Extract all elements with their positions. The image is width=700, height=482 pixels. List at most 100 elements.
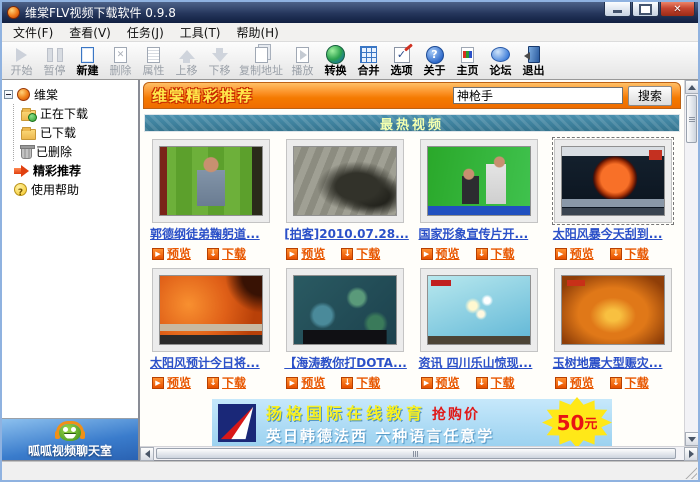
preview-icon	[421, 248, 433, 260]
download-icon	[476, 248, 488, 260]
video-thumbnail-3[interactable]	[420, 139, 538, 223]
video-title-link-4[interactable]: 太阳风暴今天刮到...	[548, 225, 679, 242]
download-icon	[207, 377, 219, 389]
preview-label: 预览	[301, 245, 325, 262]
collapse-minus-icon[interactable]	[4, 90, 13, 99]
minimize-button[interactable]	[604, 2, 631, 17]
preview-link-1[interactable]: 预览	[152, 245, 191, 262]
close-button[interactable]	[660, 2, 695, 17]
preview-label: 预览	[167, 245, 191, 262]
titlebar-left: 维棠FLV视频下载软件 0.9.8	[7, 2, 176, 23]
toolbar-homepage-button[interactable]: 主页	[451, 45, 484, 77]
toolbar-about-button[interactable]: 关于	[418, 45, 451, 77]
video-title-link-2[interactable]: [拍客]2010.07.28...	[279, 225, 410, 242]
menu-view[interactable]: 查看(V)	[61, 23, 119, 42]
menubar: 文件(F) 查看(V) 任务(J) 工具(T) 帮助(H)	[2, 23, 698, 42]
scroll-left-button[interactable]	[140, 447, 154, 461]
resize-grip[interactable]	[684, 466, 697, 479]
preview-link-2[interactable]: 预览	[286, 245, 325, 262]
toolbar-pause-label: 暂停	[41, 65, 68, 77]
search-input[interactable]	[453, 87, 623, 104]
search-area: 搜索	[453, 86, 672, 106]
download-link-3[interactable]: 下载	[476, 245, 515, 262]
video-card-8: 玉树地震大型赈灾... 预览 下载	[548, 265, 679, 393]
banner-ad[interactable]: 扬格国际在线教育 抢购价 英日韩德法西 六种语言任意学 50 元	[212, 399, 612, 446]
menu-tools[interactable]: 工具(T)	[172, 23, 229, 42]
app-icon	[7, 6, 20, 19]
vertical-scroll-thumb[interactable]	[686, 95, 697, 143]
download-link-4[interactable]: 下载	[610, 245, 649, 262]
preview-link-8[interactable]: 预览	[555, 374, 594, 391]
toolbar-move-down-button: 下移	[203, 45, 236, 77]
preview-link-7[interactable]: 预览	[421, 374, 460, 391]
video-card-6: 【海涛教你打DOTA... 预览 下载	[279, 265, 410, 393]
preview-link-4[interactable]: 预览	[555, 245, 594, 262]
tree-item-weitang[interactable]: 维棠	[4, 85, 136, 104]
video-title-link-7[interactable]: 资讯 四川乐山惊现...	[414, 354, 545, 371]
download-link-5[interactable]: 下载	[207, 374, 246, 391]
toolbar-merge-button[interactable]: 合并	[352, 45, 385, 77]
horizontal-scroll-thumb[interactable]	[156, 448, 676, 459]
video-thumbnail-5[interactable]	[152, 268, 270, 352]
video-thumbnail-4[interactable]	[554, 139, 672, 223]
banner-price: 50	[557, 411, 585, 435]
tree-item-downloaded[interactable]: 已下载	[21, 123, 136, 142]
preview-icon	[286, 248, 298, 260]
tree-item-recommend-label: 精彩推荐	[33, 162, 81, 179]
download-link-8[interactable]: 下载	[610, 374, 649, 391]
video-thumbnail-8[interactable]	[554, 268, 672, 352]
download-link-6[interactable]: 下载	[341, 374, 380, 391]
download-link-2[interactable]: 下载	[341, 245, 380, 262]
menu-help[interactable]: 帮助(H)	[228, 23, 286, 42]
toolbar-options-button[interactable]: 选项	[385, 45, 418, 77]
preview-link-3[interactable]: 预览	[421, 245, 460, 262]
toolbar: 开始 暂停 新建 删除 属性 上移 下移 复制地址	[2, 42, 698, 80]
toolbar-merge-label: 合并	[355, 65, 382, 77]
tree-item-help[interactable]: 使用帮助	[4, 180, 136, 199]
video-title-link-8[interactable]: 玉树地震大型赈灾...	[548, 354, 679, 371]
tree-item-recommend[interactable]: 精彩推荐	[4, 161, 136, 180]
toolbar-convert-button[interactable]: 转换	[319, 45, 352, 77]
video-thumbnail-7[interactable]	[420, 268, 538, 352]
video-thumbnail-1[interactable]	[152, 139, 270, 223]
video-title-link-6[interactable]: 【海涛教你打DOTA...	[279, 354, 410, 371]
preview-icon	[152, 248, 164, 260]
recommend-arrow-icon	[14, 166, 29, 176]
video-thumbnail-2[interactable]	[286, 139, 404, 223]
tree-item-deleted[interactable]: 已删除	[21, 142, 136, 161]
vertical-scrollbar[interactable]	[684, 80, 698, 446]
toolbar-forum-button[interactable]: 论坛	[484, 45, 517, 77]
tree-item-help-label: 使用帮助	[31, 181, 79, 198]
toolbar-new-button[interactable]: 新建	[71, 45, 104, 77]
download-link-7[interactable]: 下载	[476, 374, 515, 391]
toolbar-exit-button[interactable]: 退出	[517, 45, 550, 77]
menu-file[interactable]: 文件(F)	[5, 23, 61, 42]
download-icon	[610, 248, 622, 260]
scroll-down-button[interactable]	[685, 432, 699, 446]
download-link-1[interactable]: 下载	[207, 245, 246, 262]
tree-item-downloading[interactable]: 正在下载	[21, 104, 136, 123]
scroll-up-button[interactable]	[685, 80, 699, 94]
video-title-link-1[interactable]: 郭德纲徒弟鞠躬道...	[145, 225, 276, 242]
video-title-link-3[interactable]: 国家形象宣传片开...	[414, 225, 545, 242]
menu-task[interactable]: 任务(J)	[119, 23, 172, 42]
downloading-folder-icon	[21, 110, 36, 121]
video-thumbnail-6[interactable]	[286, 268, 404, 352]
downloaded-folder-icon	[21, 129, 36, 140]
horizontal-scrollbar[interactable]	[140, 446, 698, 460]
download-label: 下载	[356, 245, 380, 262]
video-actions-7: 预览 下载	[414, 374, 545, 391]
toolbar-delete-label: 删除	[107, 65, 134, 77]
preview-label: 预览	[436, 245, 460, 262]
search-button[interactable]: 搜索	[628, 86, 672, 106]
preview-link-5[interactable]: 预览	[152, 374, 191, 391]
statusbar	[2, 461, 698, 480]
maximize-button[interactable]	[632, 2, 659, 17]
chat-room-ad[interactable]: 呱呱视频聊天室	[2, 418, 138, 460]
category-tree: 维棠 正在下载 已下载 已删除	[2, 80, 138, 418]
page-header: 维棠精彩推荐 搜索	[143, 82, 681, 109]
preview-link-6[interactable]: 预览	[286, 374, 325, 391]
video-card-4-selected: 太阳风暴今天刮到... 预览 下载	[548, 136, 679, 264]
video-title-link-5[interactable]: 太阳风预计今日将...	[145, 354, 276, 371]
scroll-right-button[interactable]	[684, 447, 698, 461]
